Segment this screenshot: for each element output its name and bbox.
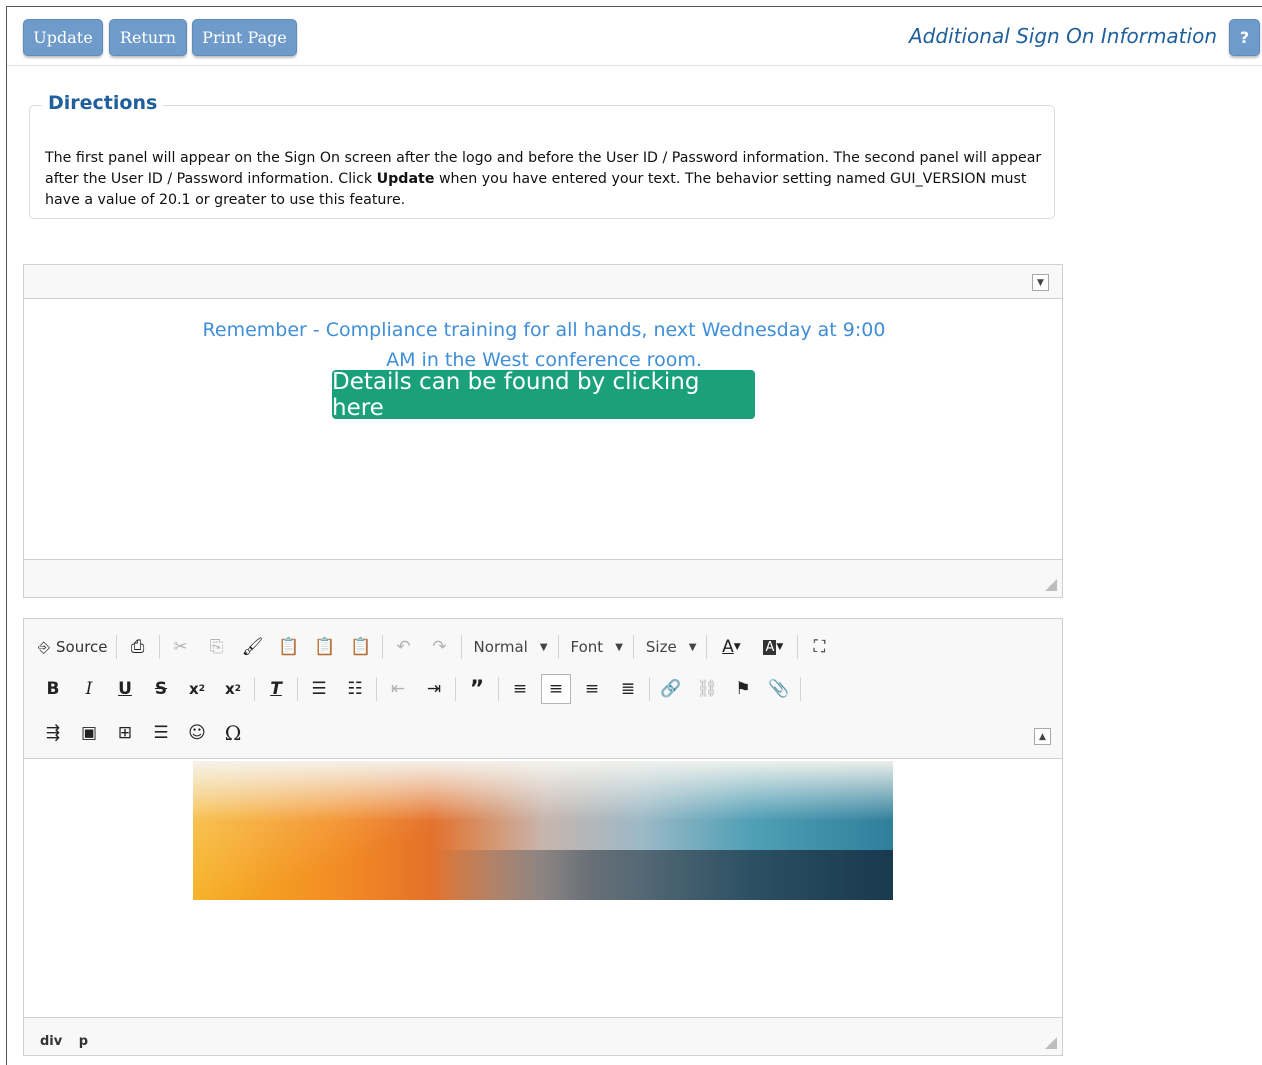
separator	[455, 677, 456, 701]
separator	[115, 635, 117, 659]
toolbar-row-2: B I U S x2 x2 T ☰ ☷ ⇤ ⇥ ” ≡ ≡ ≡ ≣ 🔗 ⛓ ⚑ …	[38, 673, 807, 705]
strikethrough-icon[interactable]: S	[146, 674, 176, 704]
editor1-content[interactable]: Remember - Compliance training for all h…	[24, 299, 1062, 559]
image-icon[interactable]: ▣	[74, 718, 104, 748]
paste-word-icon[interactable]: 📋	[346, 632, 376, 662]
chevron-down-icon: ▼	[539, 641, 548, 653]
text-color-icon[interactable]: A ▼	[713, 632, 749, 662]
directions-panel: Directions The first panel will appear o…	[29, 92, 1055, 219]
align-center-icon[interactable]: ≡	[541, 674, 571, 704]
bulleted-list-icon[interactable]: ☷	[340, 674, 370, 704]
print-icon[interactable]: ⎙	[123, 632, 153, 662]
resize-grip-icon[interactable]	[1045, 579, 1057, 591]
maximize-icon[interactable]: ⛶	[804, 632, 834, 662]
editor2-toolbar: ⎆ Source ⎙ ✂ ⎘ 🖌 📋 📋 📋 ↶ ↷ Normal ▼ Font ▼ …	[24, 619, 1062, 759]
format-combo-label: Normal	[473, 638, 528, 656]
path-item-p[interactable]: p	[79, 1034, 88, 1049]
separator	[649, 677, 650, 701]
editor1-top-bar: ▼	[24, 265, 1062, 299]
banner-shadow	[433, 850, 893, 900]
details-link-button[interactable]: Details can be found by clicking here	[332, 369, 755, 421]
print-page-button[interactable]: Print Page	[192, 19, 297, 56]
background-color-icon[interactable]: A ▼	[755, 632, 791, 662]
polygon-banner-image	[193, 761, 893, 900]
size-combo-label: Size	[645, 638, 677, 656]
directions-text-bold: Update	[376, 171, 435, 187]
format-combo[interactable]: Normal ▼	[474, 638, 548, 656]
app-frame: Update Return Print Page Additional Sign…	[6, 6, 1262, 1065]
table-icon[interactable]: ⊞	[110, 718, 140, 748]
increase-indent-icon[interactable]: ⇥	[419, 674, 449, 704]
bold-icon[interactable]: B	[38, 674, 68, 704]
paste-icon[interactable]: 📋	[274, 632, 304, 662]
special-character-icon[interactable]: Ω	[218, 718, 248, 748]
anchor-flag-icon[interactable]: ⚑	[728, 674, 758, 704]
element-path: div p	[40, 1034, 100, 1049]
link-icon[interactable]: 🔗	[656, 674, 686, 704]
separator	[158, 635, 160, 659]
superscript-icon[interactable]: x2	[218, 674, 248, 704]
source-label: Source	[56, 638, 108, 656]
separator	[460, 635, 462, 659]
separator	[381, 635, 383, 659]
second-panel-editor: ⎆ Source ⎙ ✂ ⎘ 🖌 📋 📋 📋 ↶ ↷ Normal ▼ Font ▼ …	[23, 618, 1063, 1056]
toolbar-row-3: ⇶ ▣ ⊞ ☰ ☺ Ω	[38, 717, 254, 749]
first-panel-editor: ▼ Remember - Compliance training for all…	[23, 264, 1063, 598]
copy-icon[interactable]: ⎘	[202, 632, 232, 662]
editor1-bottom-bar	[24, 559, 1062, 597]
help-button[interactable]: ?	[1229, 19, 1260, 56]
horizontal-rule-icon[interactable]: ☰	[146, 718, 176, 748]
directions-legend: Directions	[42, 92, 164, 114]
resize-grip-icon[interactable]	[1045, 1037, 1057, 1049]
collapse-toolbar-icon[interactable]: ▲	[1034, 728, 1051, 745]
source-button[interactable]: ⎆ Source	[38, 638, 108, 656]
blockquote-icon[interactable]: ”	[462, 674, 492, 704]
separator	[376, 677, 377, 701]
subscript-icon[interactable]: x2	[182, 674, 212, 704]
compliance-notice: Remember - Compliance training for all h…	[202, 319, 886, 371]
font-combo-label: Font	[570, 638, 604, 656]
align-left-icon[interactable]: ≡	[505, 674, 535, 704]
align-right-icon[interactable]: ≡	[577, 674, 607, 704]
numbered-list-icon[interactable]: ☰	[304, 674, 334, 704]
page-title: Additional Sign On Information	[909, 24, 1217, 48]
remove-format-icon[interactable]: T	[261, 674, 291, 704]
attachment-icon[interactable]: 📎	[764, 674, 794, 704]
chevron-down-icon: ▼	[615, 641, 623, 653]
source-icon: ⎆	[38, 638, 51, 656]
underline-icon[interactable]: U	[110, 674, 140, 704]
undo-icon[interactable]: ↶	[389, 632, 419, 662]
copy-formatting-icon[interactable]: 🖌	[238, 632, 268, 662]
cut-icon[interactable]: ✂	[166, 632, 196, 662]
toolbar-row-1: ⎆ Source ⎙ ✂ ⎘ 🖌 📋 📋 📋 ↶ ↷ Normal ▼ Font ▼ …	[38, 631, 840, 663]
redo-icon[interactable]: ↷	[425, 632, 455, 662]
separator	[498, 677, 499, 701]
top-toolbar: Update Return Print Page Additional Sign…	[7, 7, 1262, 66]
return-button[interactable]: Return	[109, 19, 187, 56]
path-item-div[interactable]: div	[40, 1034, 62, 1049]
smiley-icon[interactable]: ☺	[182, 718, 212, 748]
chevron-down-icon: ▼	[688, 641, 697, 653]
unlink-icon[interactable]: ⛓	[692, 674, 722, 704]
separator	[706, 635, 708, 659]
separator	[632, 635, 634, 659]
font-combo[interactable]: Font ▼	[571, 638, 623, 656]
size-combo[interactable]: Size ▼	[646, 638, 697, 656]
separator	[557, 635, 559, 659]
separator	[297, 677, 298, 701]
update-button[interactable]: Update	[23, 19, 103, 56]
align-justify-icon[interactable]: ≣	[613, 674, 643, 704]
separator	[254, 677, 255, 701]
banner-highlight	[193, 761, 893, 821]
expand-toolbar-icon[interactable]: ▼	[1032, 274, 1049, 291]
decrease-indent-icon[interactable]: ⇤	[383, 674, 413, 704]
italic-icon[interactable]: I	[74, 674, 104, 704]
separator	[797, 635, 799, 659]
directions-text: The first panel will appear on the Sign …	[45, 148, 1045, 211]
show-blocks-icon[interactable]: ⇶	[38, 718, 68, 748]
editor2-bottom-bar: div p	[24, 1017, 1062, 1055]
separator	[800, 677, 801, 701]
paste-text-icon[interactable]: 📋	[310, 632, 340, 662]
